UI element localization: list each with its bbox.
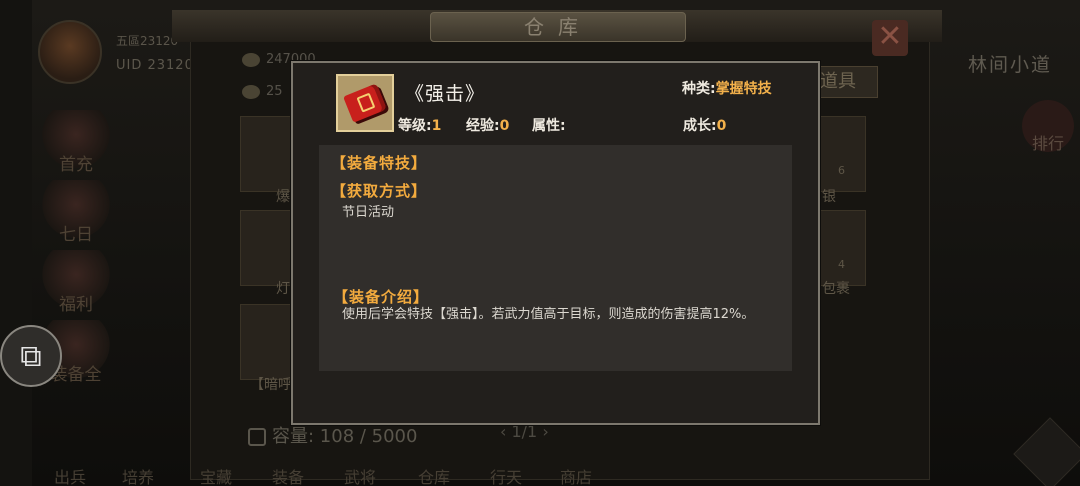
bottom-tab[interactable]: 培养 — [122, 464, 154, 486]
floating-assistant-icon[interactable]: ⧉ — [0, 325, 62, 387]
description-panel: 【装备特技】 【获取方式】 节日活动 【装备介绍】 使用后学会特技【强击】。若武… — [319, 145, 792, 371]
warehouse-title: 仓库 — [430, 12, 686, 42]
item-category: 种类:掌握特技 — [682, 78, 772, 98]
level-label: 等级: — [398, 118, 432, 134]
left-edge — [0, 0, 32, 486]
bottom-tab[interactable]: 出兵 — [54, 464, 86, 486]
inventory-slot[interactable] — [812, 116, 866, 192]
slot-count: 6 — [838, 164, 845, 177]
left-menu-item-first-recharge[interactable]: 首充 — [36, 110, 116, 180]
exp-value: 0 — [499, 118, 510, 134]
left-menu-item-welfare[interactable]: 福利 — [36, 250, 116, 320]
bottom-tab[interactable]: 宝藏 — [200, 464, 232, 486]
category-value: 掌握特技 — [715, 81, 772, 97]
bottom-tab[interactable]: 行天 — [490, 464, 522, 486]
item-exp: 经验:0 — [466, 115, 509, 135]
warehouse-close-icon[interactable]: ✕ — [872, 20, 908, 56]
growth-value: 0 — [716, 118, 727, 134]
bottom-tab[interactable]: 武将 — [344, 464, 376, 486]
gold-value: 25 — [266, 84, 283, 99]
growth-label: 成长: — [683, 118, 717, 134]
capacity-label: 容量: 108 / 5000 — [248, 422, 417, 448]
item-detail-popup: 《强击》 种类:掌握特技 等级:1 经验:0 属性: 成长:0 【装备特技】 【… — [291, 61, 820, 425]
bottom-tab[interactable]: 装备 — [272, 464, 304, 486]
equip-intro-text: 使用后学会特技【强击】。若武力值高于目标，则造成的伤害提高12%。 — [342, 307, 755, 322]
slot-label: 爆 — [276, 189, 290, 205]
inventory-slot[interactable] — [240, 116, 294, 192]
capacity-value: 容量: 108 / 5000 — [272, 426, 418, 447]
slot-label: 银 — [822, 189, 836, 205]
gold-currency: 25 — [242, 84, 283, 99]
item-level: 等级:1 — [398, 115, 441, 135]
equip-skill-heading: 【装备特技】 — [331, 154, 428, 172]
player-avatar[interactable] — [38, 20, 102, 84]
bottom-tab[interactable]: 仓库 — [418, 464, 450, 486]
inventory-slot[interactable] — [240, 304, 294, 380]
ingot-icon — [242, 84, 260, 99]
item-growth: 成长:0 — [683, 115, 726, 135]
item-icon — [336, 74, 394, 132]
slot-label: 包裹 — [822, 281, 850, 297]
red-book-icon — [343, 83, 387, 123]
obtain-method-heading: 【获取方式】 — [331, 182, 428, 200]
slot-count: 4 — [838, 258, 845, 271]
inventory-slot[interactable] — [812, 210, 866, 286]
menu-corner-button[interactable] — [1013, 417, 1080, 486]
location-label: 林间小道 — [968, 54, 1053, 76]
left-menu-item-seven-day[interactable]: 七日 — [36, 180, 116, 250]
category-label: 种类: — [682, 81, 716, 97]
ranking-button[interactable]: 排行 — [1022, 100, 1074, 153]
bottom-tab[interactable]: 商店 — [560, 464, 592, 486]
item-name: 《强击》 — [405, 83, 486, 105]
bottom-nav: 出兵 培养 宝藏 装备 武将 仓库 行天 商店 — [40, 460, 680, 486]
server-label: 五區23120 — [116, 34, 179, 48]
exp-label: 经验: — [466, 118, 500, 134]
equip-intro-heading: 【装备介绍】 — [333, 288, 430, 306]
search-icon[interactable] — [248, 428, 266, 446]
level-value: 1 — [431, 118, 442, 134]
attribute-label: 属性: — [532, 118, 566, 134]
slot-label: 【暗呼 — [250, 377, 292, 393]
coin-icon — [242, 52, 260, 67]
slot-label: 灯 — [276, 281, 290, 297]
item-attribute: 属性: — [532, 115, 566, 135]
obtain-method-text: 节日活动 — [342, 205, 395, 220]
inventory-slot[interactable] — [240, 210, 294, 286]
